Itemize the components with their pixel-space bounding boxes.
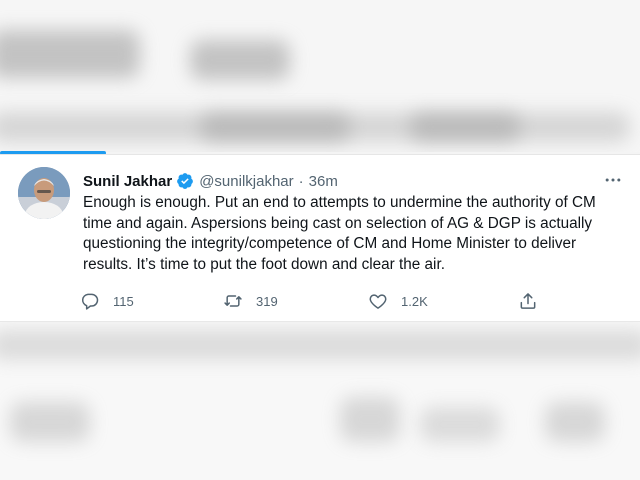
share-icon: [520, 293, 536, 309]
verified-badge-icon: [176, 172, 194, 190]
retweet-button[interactable]: 319: [223, 289, 278, 313]
blurred-background-bottom: [0, 322, 640, 480]
retweet-icon: [224, 295, 242, 307]
avatar[interactable]: [18, 167, 70, 219]
reply-count: 115: [113, 293, 134, 309]
heart-icon: [369, 294, 387, 309]
share-button[interactable]: [518, 289, 538, 313]
reply-button[interactable]: 115: [80, 289, 134, 313]
tweet-text: Enough is enough. Put an end to attempts…: [83, 194, 596, 273]
tweet-card[interactable]: Sunil Jakhar @sunilkjakhar · 36m Enough …: [0, 155, 640, 322]
separator-dot: ·: [298, 172, 304, 190]
author-name[interactable]: Sunil Jakhar: [83, 173, 172, 190]
reply-icon: [81, 293, 99, 310]
like-button[interactable]: 1.2K: [368, 289, 428, 313]
blurred-background-top: [0, 0, 640, 152]
more-options-icon[interactable]: [602, 169, 624, 191]
tweet-actions: 115 319 1.2K: [80, 289, 550, 313]
tweet-timestamp[interactable]: 36m: [309, 173, 338, 190]
author-handle[interactable]: @sunilkjakhar: [199, 173, 293, 190]
like-count: 1.2K: [401, 293, 428, 309]
retweet-count: 319: [256, 293, 278, 309]
tweet-header: Sunil Jakhar @sunilkjakhar · 36m: [83, 171, 338, 191]
